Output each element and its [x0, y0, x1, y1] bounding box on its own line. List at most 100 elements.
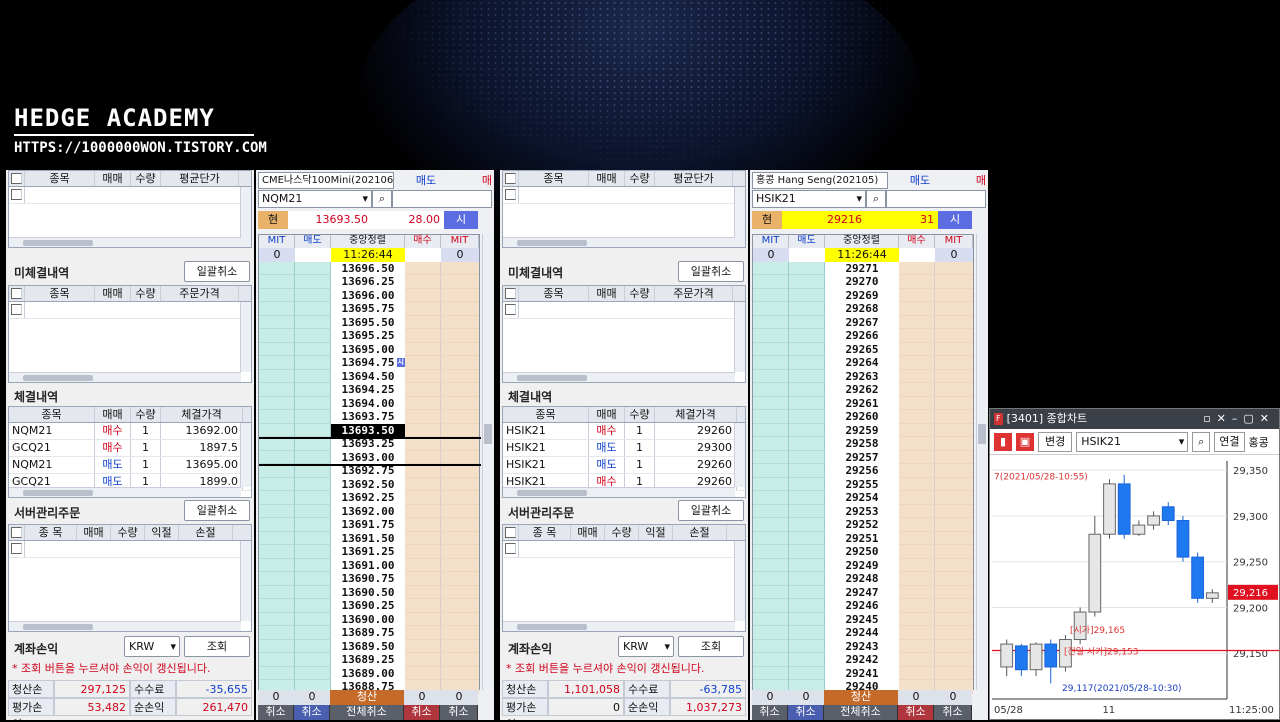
buy-cell[interactable] [899, 329, 935, 343]
mit-buy-cell[interactable] [441, 531, 479, 545]
row-checkbox[interactable] [9, 187, 25, 203]
ladder-row[interactable]: 13692.25 [259, 491, 479, 505]
buy-cell[interactable] [405, 545, 441, 559]
buy-cell[interactable] [405, 450, 441, 464]
buy-cell[interactable] [405, 369, 441, 383]
scroll-thumb[interactable] [23, 375, 93, 381]
mit-sell-cell[interactable] [259, 383, 295, 397]
table-row[interactable]: NQM21 매도 1 13695.00 [9, 457, 251, 474]
price-cell[interactable]: 13690.50 [331, 585, 405, 599]
mit-sell-cell[interactable] [753, 383, 789, 397]
change-button[interactable]: 변경 [1038, 431, 1073, 452]
sell-cell[interactable] [789, 666, 825, 680]
buy-cell[interactable] [405, 518, 441, 532]
buy-cell[interactable] [405, 410, 441, 424]
mit-buy-cell[interactable] [441, 477, 479, 491]
mit-buy-cell[interactable] [935, 383, 973, 397]
server-bulk-cancel-button[interactable]: 일괄취소 [678, 500, 744, 521]
ladder-row[interactable]: 29253 [753, 504, 973, 518]
mit-sell-cell[interactable] [259, 639, 295, 653]
ladder-row[interactable]: 29260 [753, 410, 973, 424]
cancel-button[interactable]: 취소 [294, 705, 330, 720]
price-cell[interactable]: 29270 [825, 275, 899, 289]
buy-cell[interactable] [899, 572, 935, 586]
horizontal-scrollbar[interactable] [9, 372, 241, 382]
ladder-column-header[interactable]: 중앙정렬 [331, 235, 405, 248]
mit-buy-cell[interactable] [935, 531, 973, 545]
buy-cell[interactable] [899, 545, 935, 559]
price-cell[interactable]: 29266 [825, 329, 899, 343]
mit-buy-cell[interactable] [441, 275, 479, 289]
ladder-row[interactable]: 29263 [753, 369, 973, 383]
price-cell[interactable]: 13692.00 [331, 504, 405, 518]
mit-buy-cell[interactable] [935, 369, 973, 383]
price-cell[interactable]: 29246 [825, 599, 899, 613]
table-row[interactable]: HSIK21 매도 1 29260 [503, 457, 745, 474]
price-cell[interactable]: 13691.00 [331, 558, 405, 572]
mit-sell-cell[interactable] [753, 612, 789, 626]
sell-cell[interactable] [789, 261, 825, 275]
sell-cell[interactable] [295, 396, 331, 410]
buy-tab[interactable]: 매 [952, 172, 986, 189]
vertical-scrollbar[interactable] [240, 423, 251, 487]
ladder-row[interactable]: 29243 [753, 639, 973, 653]
ladder-row[interactable]: 13692.75 [259, 464, 479, 478]
buy-cell[interactable] [899, 518, 935, 532]
ladder-row[interactable]: 29258 [753, 437, 973, 451]
bulk-cancel-button[interactable]: 일괄취소 [678, 261, 744, 282]
price-cell[interactable]: 13691.50 [331, 531, 405, 545]
ladder-row[interactable]: 13693.00 [259, 450, 479, 464]
sell-cell[interactable] [789, 612, 825, 626]
sell-cell[interactable] [295, 342, 331, 356]
mit-sell-cell[interactable] [753, 410, 789, 424]
mit-buy-cell[interactable] [935, 545, 973, 559]
mit-sell-cell[interactable] [753, 437, 789, 451]
market-order-button[interactable]: 시 [444, 211, 478, 229]
buy-cell[interactable] [899, 491, 935, 505]
sell-cell[interactable] [295, 329, 331, 343]
price-cell[interactable]: 13694.00 [331, 396, 405, 410]
sell-tab[interactable]: 매도 [394, 172, 458, 189]
candle-body[interactable] [1205, 592, 1219, 599]
mit-buy-cell[interactable] [935, 491, 973, 505]
buy-cell[interactable] [405, 342, 441, 356]
buy-cell[interactable] [405, 275, 441, 289]
price-cell[interactable]: 29262 [825, 383, 899, 397]
horizontal-scrollbar[interactable] [9, 487, 241, 497]
symbol-select[interactable]: HSIK21 ▾ [1076, 431, 1189, 452]
mit-buy-cell[interactable] [935, 437, 973, 451]
ladder-scrollbar[interactable] [976, 234, 987, 690]
mit-sell-cell[interactable] [753, 666, 789, 680]
price-cell[interactable]: 29242 [825, 653, 899, 667]
mit-buy-cell[interactable] [935, 477, 973, 491]
buy-cell[interactable] [899, 423, 935, 437]
mit-buy-cell[interactable] [935, 572, 973, 586]
price-cell[interactable]: 29263 [825, 369, 899, 383]
price-cell[interactable]: 13689.75 [331, 626, 405, 640]
price-cell[interactable]: 13694.75 시 [331, 356, 405, 370]
candlestick-chart[interactable]: 29,35029,30029,25029,20029,1507(2021/05/… [990, 455, 1279, 719]
mit-sell-cell[interactable] [259, 396, 295, 410]
price-cell[interactable]: 29265 [825, 342, 899, 356]
row-checkbox[interactable] [503, 302, 519, 318]
price-cell[interactable]: 29247 [825, 585, 899, 599]
vertical-scrollbar[interactable] [734, 187, 745, 247]
mit-buy-cell[interactable] [935, 315, 973, 329]
market-order-button[interactable]: 시 [938, 211, 972, 229]
candle-body[interactable] [1000, 643, 1014, 668]
price-cell[interactable]: 29250 [825, 545, 899, 559]
price-cell[interactable]: 29254 [825, 491, 899, 505]
ladder-row[interactable]: 13691.75 [259, 518, 479, 532]
sell-cell[interactable] [295, 491, 331, 505]
ladder-row[interactable]: 29251 [753, 531, 973, 545]
buy-cell[interactable] [899, 612, 935, 626]
buy-cell[interactable] [899, 342, 935, 356]
select-all-checkbox[interactable] [503, 286, 519, 301]
horizontal-scrollbar[interactable] [9, 621, 241, 631]
sell-cell[interactable] [295, 315, 331, 329]
mit-sell-cell[interactable] [753, 653, 789, 667]
mit-sell-cell[interactable] [259, 585, 295, 599]
mit-buy-cell[interactable] [935, 653, 973, 667]
mit-buy-cell[interactable] [935, 356, 973, 370]
mit-sell-cell[interactable] [753, 626, 789, 640]
